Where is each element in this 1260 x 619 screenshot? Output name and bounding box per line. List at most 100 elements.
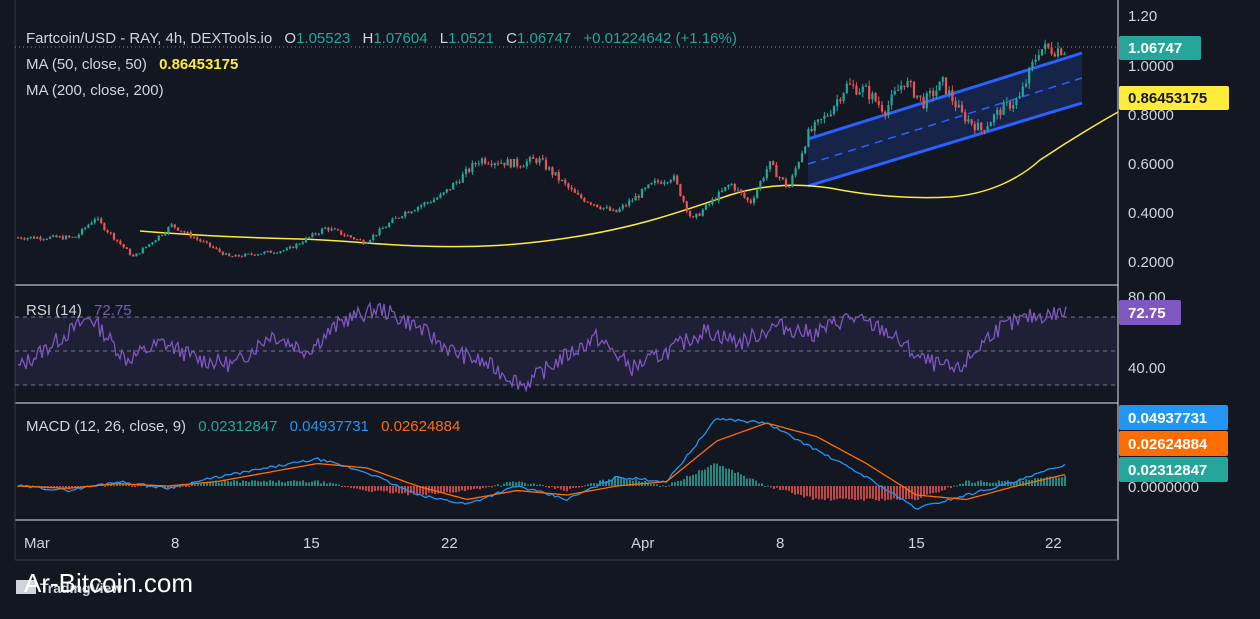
macd-hist-bar (839, 486, 841, 499)
macd-hist-bar (185, 486, 187, 487)
candle-body (1056, 48, 1060, 57)
macd-hist-bar (548, 486, 550, 488)
candle-body (676, 175, 679, 185)
macd-hist-bar (797, 486, 799, 495)
macd-hist-bar (278, 480, 280, 486)
macd-hist-bar (845, 486, 847, 499)
candle-body (29, 236, 32, 238)
candle-body (391, 218, 394, 223)
macd-hist-bar (272, 480, 274, 486)
macd-hist-bar (758, 483, 760, 486)
candle-body (858, 92, 861, 95)
macd-hist-bar (1040, 477, 1042, 486)
macd-hist-bar (506, 482, 508, 486)
low-value: 1.0521 (448, 30, 494, 47)
candle-body (698, 213, 701, 216)
candle-body (474, 163, 477, 165)
candle-body (61, 236, 64, 240)
candle-body (749, 200, 752, 203)
macd-hist-bar (191, 484, 193, 486)
candle-body (928, 90, 932, 94)
candle-body (1063, 53, 1066, 56)
macd-hist-bar (449, 486, 451, 493)
legend-line: Fartcoin/USD - RAY, 4h, DEXTools.io O1.0… (26, 30, 737, 47)
macd-hist-bar (509, 482, 511, 486)
macd-legend-signal: 0.02624884 (381, 418, 460, 435)
candle-body (352, 237, 356, 240)
candle-body (532, 157, 535, 159)
macd-hist-bar (887, 486, 889, 500)
candle-body (1021, 86, 1024, 96)
candle-body (295, 243, 298, 249)
candle-body (784, 179, 788, 187)
macd-hist-bar (218, 482, 220, 486)
candle-body (388, 222, 391, 228)
signal-badge-text: 0.02624884 (1128, 436, 1208, 453)
candle-body (298, 243, 301, 245)
macd-hist-bar (962, 483, 964, 486)
macd-hist-bar (224, 480, 226, 486)
price-tick: 0.2000 (1128, 254, 1174, 271)
macd-hist-bar (536, 484, 538, 486)
macd-hist-bar (500, 485, 502, 487)
candle-body (378, 228, 381, 235)
macd-hist-bar (296, 481, 298, 486)
candle-body (551, 167, 554, 175)
candle-body (151, 242, 154, 245)
candle-body (455, 181, 458, 184)
macd-legend-macd: 0.04937731 (290, 418, 369, 435)
candle-body (752, 197, 756, 203)
macd-hist-bar (470, 486, 472, 490)
candle-body (986, 126, 989, 131)
macd-hist-bar (317, 480, 319, 486)
candle-body (461, 174, 464, 183)
macd-hist-bar (557, 486, 559, 488)
candle-body (701, 209, 704, 216)
candle-body (247, 253, 250, 255)
candle-body (775, 164, 778, 178)
macd-hist-bar (335, 484, 337, 486)
ma50-badge-text: 0.86453175 (1128, 90, 1207, 107)
macd-hist-bar (332, 483, 334, 486)
macd-hist-bar (323, 481, 325, 486)
macd-hist-bar (518, 481, 520, 486)
macd-hist-bar (806, 486, 808, 497)
candle-body (480, 158, 484, 164)
macd-hist-bar (731, 469, 733, 486)
macd-hist-bar (59, 486, 61, 487)
macd-hist-bar (929, 486, 931, 494)
candle-body (128, 248, 132, 255)
macd-hist-bar (446, 486, 448, 492)
candle-body (314, 233, 317, 235)
macd-hist-bar (743, 475, 745, 486)
candle-body (71, 236, 74, 238)
candle-body (522, 166, 525, 168)
candle-body (490, 163, 493, 166)
candle-body (810, 129, 813, 131)
candle-body (52, 235, 55, 237)
macd-hist-bar (707, 467, 709, 486)
candle-body (720, 190, 724, 192)
macd-hist-bar (1061, 477, 1063, 486)
candle-body (967, 119, 970, 122)
candle-body (564, 179, 567, 184)
candle-body (244, 253, 247, 257)
macd-hist-bar (62, 486, 64, 487)
macd-hist-bar (530, 483, 532, 486)
candle-body (445, 189, 448, 193)
macd-hist-bar (254, 480, 256, 486)
macd-hist-bar (236, 480, 238, 486)
macd-hist-bar (821, 486, 823, 500)
candle-body (868, 85, 871, 100)
candle-body (880, 104, 884, 112)
candle-body (874, 93, 877, 102)
candle-body (119, 240, 122, 245)
time-tick: Mar (24, 535, 50, 552)
macd-hist-bar (188, 486, 190, 487)
macd-hist-bar (242, 480, 244, 486)
macd-hist-bar (386, 486, 388, 492)
macd-hist-bar (287, 481, 289, 486)
candle-body (330, 228, 333, 231)
candle-body (202, 241, 205, 243)
macd-hist-bar (308, 482, 310, 486)
